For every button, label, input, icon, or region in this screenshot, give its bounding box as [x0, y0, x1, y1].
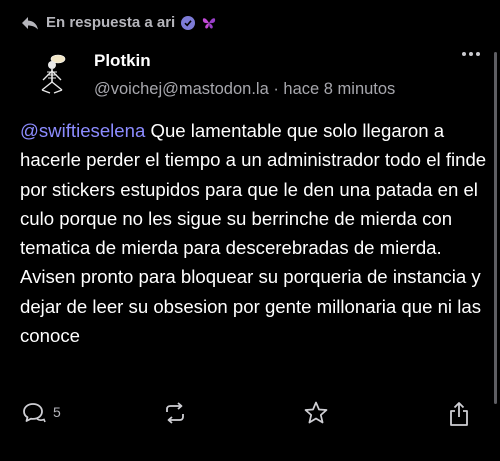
- skeleton-avatar-icon: [30, 52, 74, 96]
- reply-button[interactable]: 5: [21, 400, 61, 424]
- more-options-button[interactable]: [462, 52, 480, 56]
- reply-context[interactable]: En respuesta a ari: [20, 14, 217, 31]
- favorite-button[interactable]: [303, 400, 329, 426]
- more-dot-icon: [462, 52, 466, 56]
- reply-count: 5: [53, 404, 61, 420]
- reply-arrow-icon: [20, 15, 40, 31]
- reply-context-label: En respuesta a ari: [46, 14, 176, 31]
- more-dot-icon: [469, 52, 473, 56]
- favorite-star-icon: [304, 401, 328, 424]
- post-content: @swiftieselena Que lamentable que solo l…: [20, 116, 490, 350]
- author-display-name[interactable]: Plotkin: [94, 51, 151, 71]
- boost-icon: [166, 402, 184, 424]
- share-icon: [450, 402, 468, 426]
- post-text-second-paragraph: Avisen pronto para bloquear su porqueria…: [20, 266, 481, 347]
- more-dot-icon: [476, 52, 480, 56]
- post-header: Plotkin @voichej@mastodon.la · hace 8 mi…: [22, 48, 482, 104]
- scrollbar[interactable]: [494, 52, 497, 404]
- action-bar: 5: [0, 400, 500, 436]
- boost-button[interactable]: [162, 400, 188, 426]
- mention-link[interactable]: @swiftieselena: [20, 120, 145, 141]
- butterfly-emoji-icon: [201, 15, 217, 31]
- avatar[interactable]: [30, 52, 74, 96]
- author-handle-and-time: @voichej@mastodon.la · hace 8 minutos: [94, 80, 396, 98]
- reply-icon: [23, 403, 46, 423]
- share-button[interactable]: [446, 400, 472, 428]
- verified-check-icon: [181, 15, 196, 30]
